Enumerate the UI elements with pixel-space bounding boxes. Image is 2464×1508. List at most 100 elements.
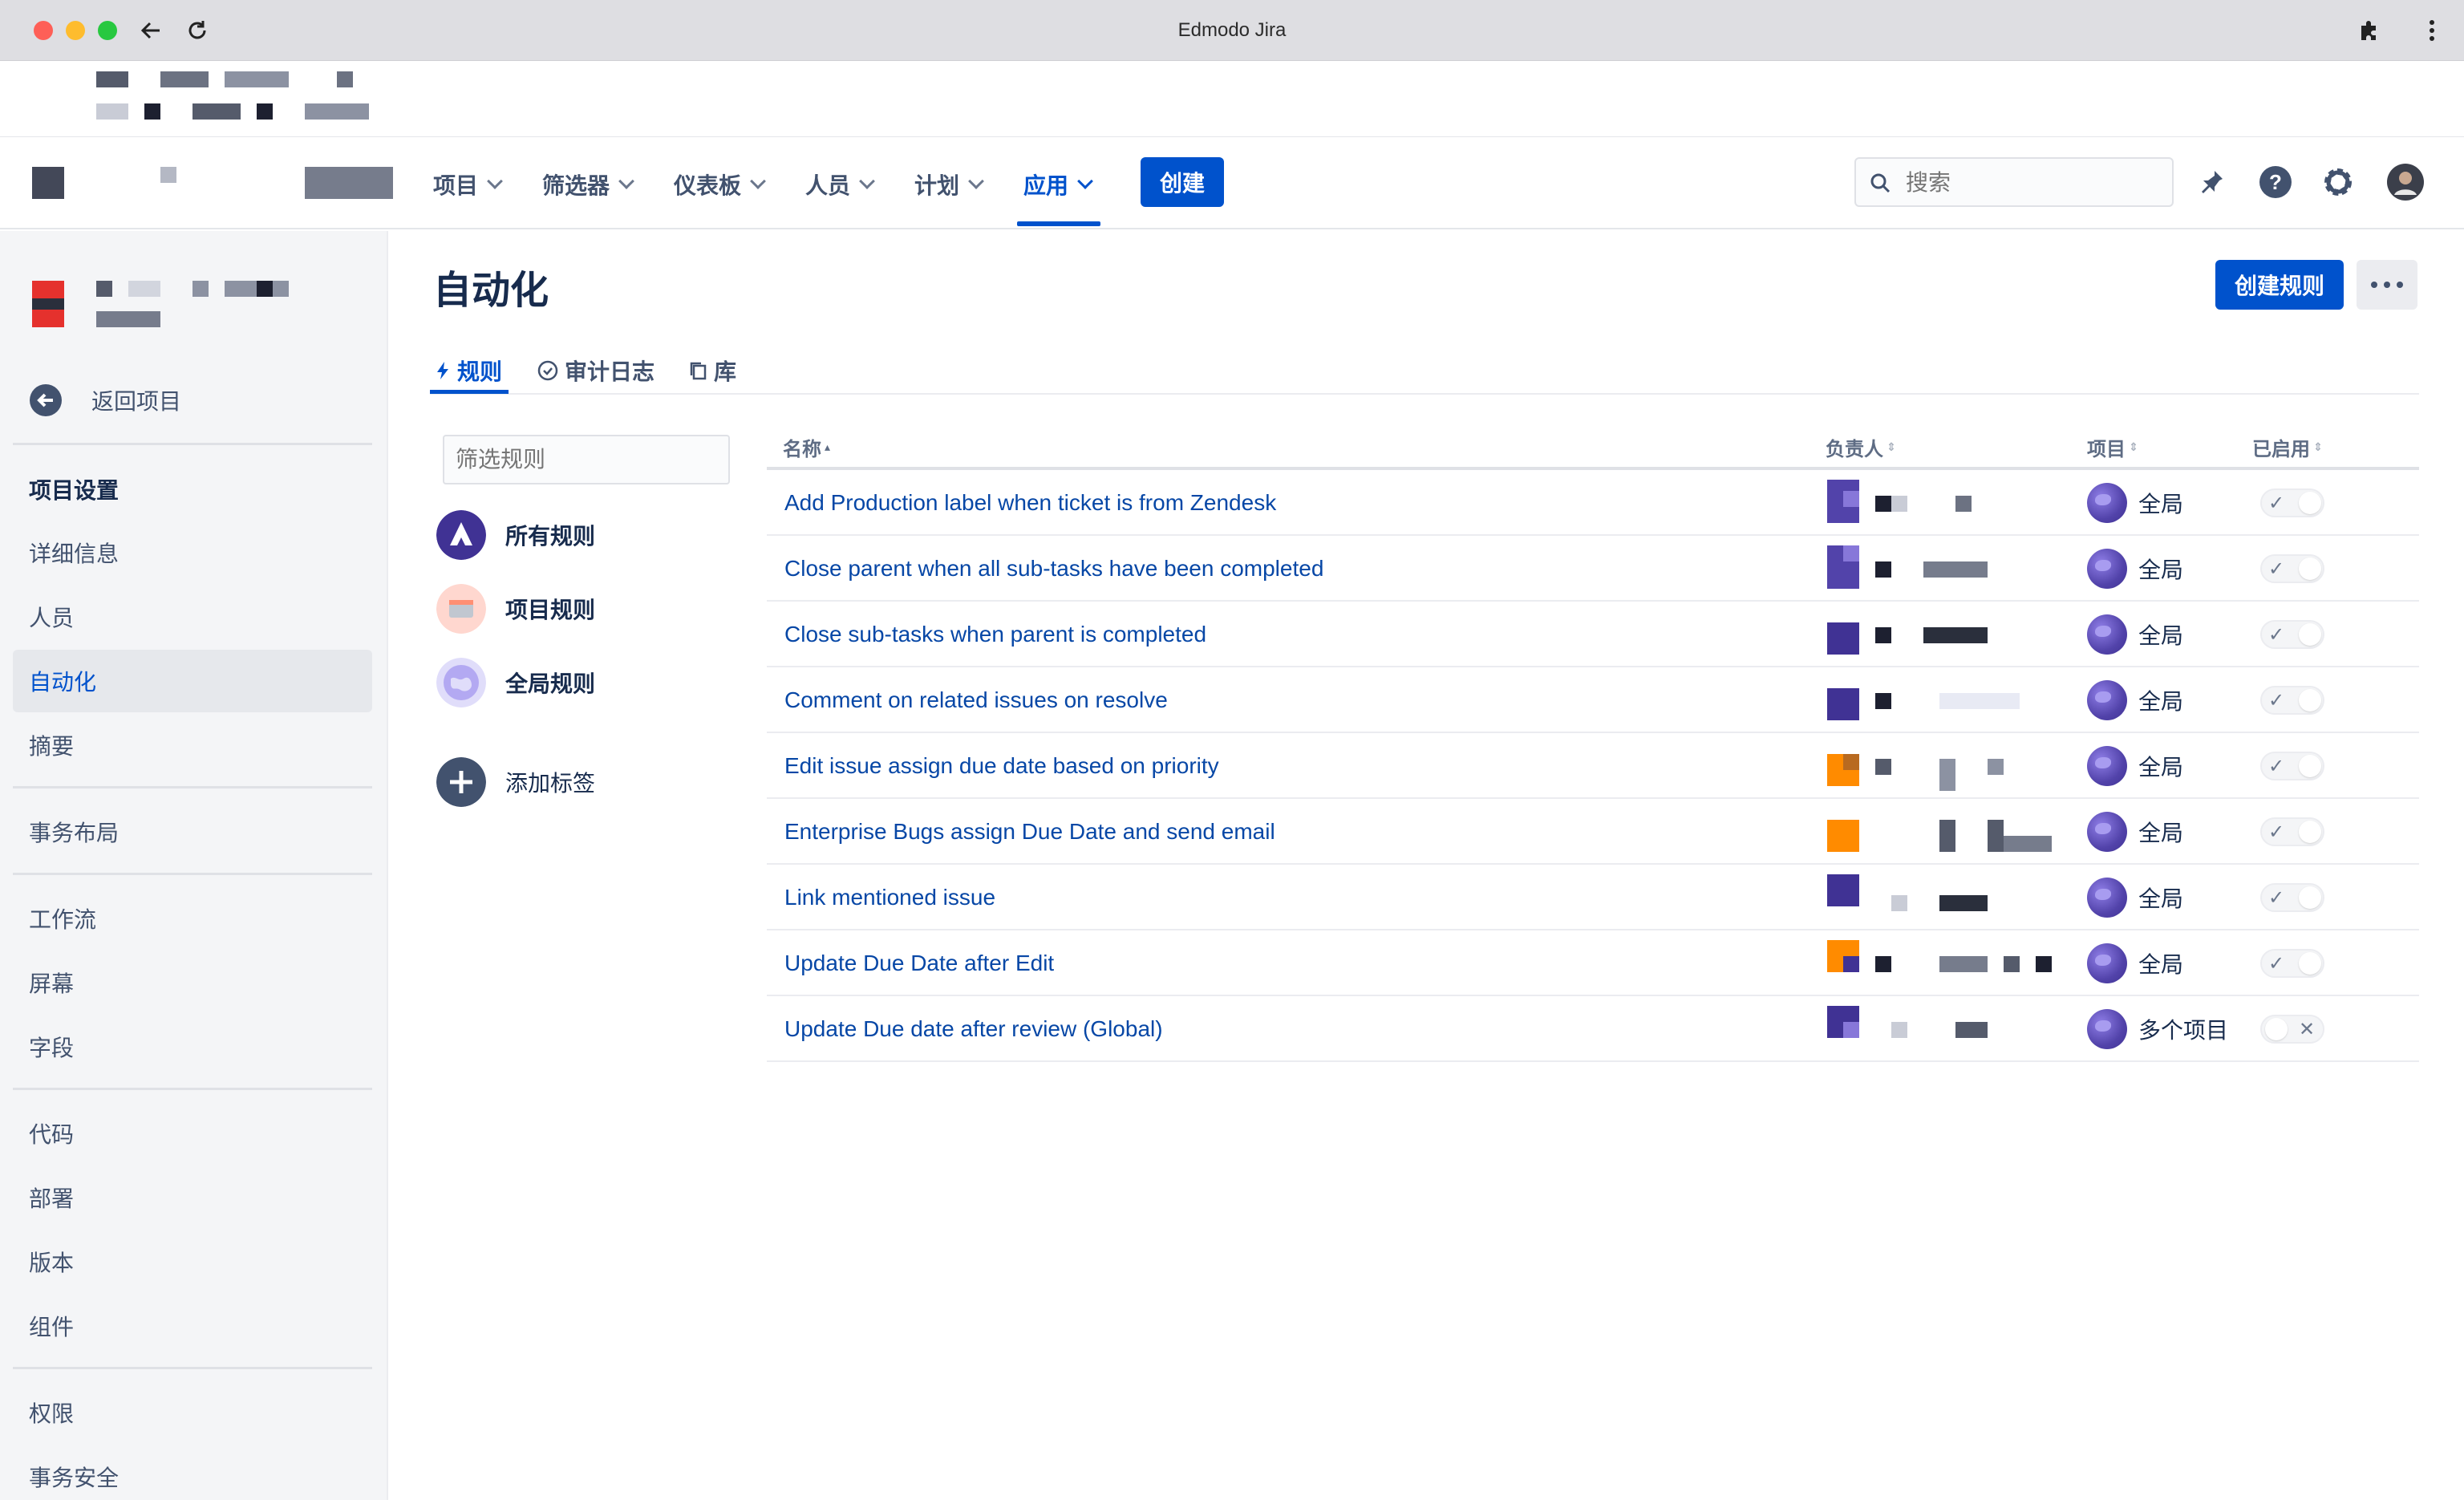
extensions-icon[interactable] — [2353, 14, 2385, 47]
sidebar-item-fields[interactable]: 字段 — [13, 1015, 372, 1078]
browser-titlebar: Edmodo Jira — [0, 0, 2464, 61]
rule-name-link[interactable]: Comment on related issues on resolve — [784, 667, 1168, 733]
sidebar-divider — [13, 786, 372, 788]
sidebar-item-issue-layout[interactable]: 事务布局 — [13, 801, 372, 863]
sidebar-item-people[interactable]: 人员 — [13, 586, 372, 648]
sidebar-item-components[interactable]: 组件 — [13, 1295, 372, 1357]
sidebar-item-versions[interactable]: 版本 — [13, 1230, 372, 1293]
column-header-name[interactable]: 名称 ▴ — [783, 427, 830, 467]
sort-icon: ⇕ — [1886, 440, 1896, 453]
enabled-toggle[interactable]: ✓ — [2260, 752, 2324, 780]
rule-scope: 全局 — [2087, 614, 2183, 655]
help-icon[interactable]: ? — [2255, 162, 2296, 202]
nav-apps[interactable]: 应用 — [1023, 167, 1093, 202]
category-global-rules[interactable]: 全局规则 — [436, 656, 595, 709]
nav-projects[interactable]: 项目 — [433, 167, 503, 202]
sidebar-item-details[interactable]: 详细信息 — [13, 521, 372, 584]
create-button[interactable]: 创建 — [1141, 157, 1224, 207]
chevron-down-icon — [1077, 173, 1093, 189]
enabled-toggle[interactable]: ✓ — [2260, 620, 2324, 649]
globe-icon — [2087, 1009, 2127, 1049]
active-tab-indicator — [430, 390, 509, 394]
copy-icon — [690, 362, 707, 380]
rule-scope: 全局 — [2087, 878, 2183, 918]
sidebar-item-summary[interactable]: 摘要 — [13, 714, 372, 776]
enabled-toggle[interactable]: ✓ — [2260, 554, 2324, 583]
nav-filters[interactable]: 筛选器 — [542, 167, 634, 202]
tab-rules[interactable]: 规则 — [435, 353, 502, 388]
table-row[interactable]: Enterprise Bugs assign Due Date and send… — [767, 799, 2419, 865]
table-row[interactable]: Update Due date after review (Global) 多个… — [767, 996, 2419, 1062]
browser-menu-icon[interactable] — [2416, 14, 2448, 47]
table-row[interactable]: Link mentioned issue 全局 ✓ — [767, 865, 2419, 930]
more-actions-button[interactable] — [2357, 260, 2417, 310]
globe-icon — [2087, 483, 2127, 523]
search-input[interactable] — [1904, 167, 2161, 199]
table-row[interactable]: Edit issue assign due date based on prio… — [767, 733, 2419, 799]
check-icon: ✓ — [2268, 952, 2285, 975]
rule-name-link[interactable]: Link mentioned issue — [784, 865, 995, 930]
enabled-toggle[interactable]: ✓ — [2260, 686, 2324, 715]
rule-scope: 全局 — [2087, 549, 2183, 589]
tab-audit-log[interactable]: 审计日志 — [537, 353, 654, 388]
user-avatar[interactable] — [2385, 162, 2426, 202]
rule-name-link[interactable]: Close parent when all sub-tasks have bee… — [784, 536, 1323, 602]
column-header-owner[interactable]: 负责人 ⇕ — [1826, 427, 1896, 467]
table-row[interactable]: Add Production label when ticket is from… — [767, 470, 2419, 536]
add-label-button[interactable]: 添加标签 — [436, 756, 595, 809]
enabled-toggle[interactable]: ✓ — [2260, 949, 2324, 978]
nav-dashboards[interactable]: 仪表板 — [674, 167, 766, 202]
table-row[interactable]: Close parent when all sub-tasks have bee… — [767, 536, 2419, 602]
owner-avatar — [1827, 809, 2068, 855]
settings-gear-icon[interactable] — [2318, 162, 2358, 202]
nav-plans[interactable]: 计划 — [914, 167, 984, 202]
sidebar-item-issue-security[interactable]: 事务安全 — [13, 1445, 372, 1508]
check-icon: ✓ — [2268, 623, 2285, 646]
column-header-project[interactable]: 项目 ⇕ — [2087, 427, 2138, 467]
sidebar-item-automation[interactable]: 自动化 — [13, 650, 372, 712]
back-to-project-link[interactable]: 返回项目 — [13, 369, 372, 432]
cross-icon: ✕ — [2299, 1018, 2316, 1040]
owner-avatar — [1827, 743, 2068, 791]
category-all-rules[interactable]: 所有规则 — [436, 509, 595, 561]
enabled-toggle[interactable]: ✓ — [2260, 488, 2324, 517]
enabled-toggle[interactable]: ✓ — [2260, 817, 2324, 846]
category-project-rules[interactable]: 项目规则 — [436, 582, 595, 635]
table-row[interactable]: Close sub-tasks when parent is completed… — [767, 602, 2419, 667]
owner-avatar — [1827, 480, 2068, 526]
table-row[interactable]: Update Due Date after Edit 全局 ✓ — [767, 930, 2419, 996]
sidebar-item-screens[interactable]: 屏幕 — [13, 951, 372, 1014]
chevron-down-icon — [487, 173, 503, 189]
enabled-toggle[interactable]: ✕ — [2260, 1015, 2324, 1044]
rule-name-link[interactable]: Enterprise Bugs assign Due Date and send… — [784, 799, 1275, 865]
rule-name-link[interactable]: Update Due Date after Edit — [784, 930, 1054, 996]
window-title: Edmodo Jira — [1177, 19, 1287, 41]
check-icon: ✓ — [2268, 755, 2285, 777]
filter-rules-input[interactable] — [443, 435, 730, 484]
notifications-icon[interactable] — [2191, 162, 2231, 202]
rule-name-link[interactable]: Edit issue assign due date based on prio… — [784, 733, 1219, 799]
owner-avatar — [1827, 940, 2068, 987]
enabled-toggle[interactable]: ✓ — [2260, 883, 2324, 912]
rule-name-link[interactable]: Close sub-tasks when parent is completed — [784, 602, 1206, 667]
column-header-enabled[interactable]: 已启用 ⇕ — [2252, 427, 2323, 467]
nav-people[interactable]: 人员 — [805, 167, 875, 202]
rule-name-link[interactable]: Update Due date after review (Global) — [784, 996, 1163, 1062]
sidebar-item-deployments[interactable]: 部署 — [13, 1166, 372, 1229]
sidebar-item-workflows[interactable]: 工作流 — [13, 887, 372, 950]
jira-logo[interactable] — [32, 167, 64, 199]
rule-name-link[interactable]: Add Production label when ticket is from… — [784, 470, 1276, 536]
sidebar-item-permissions[interactable]: 权限 — [13, 1381, 372, 1444]
page-title: 自动化 — [433, 270, 549, 312]
globe-icon — [2087, 746, 2127, 786]
tab-library[interactable]: 库 — [688, 353, 736, 388]
check-circle-icon — [537, 360, 558, 381]
globe-icon — [2087, 943, 2127, 983]
sidebar-divider — [13, 1088, 372, 1090]
chevron-down-icon — [968, 173, 984, 189]
sidebar-item-code[interactable]: 代码 — [13, 1102, 372, 1165]
svg-text:?: ? — [2269, 170, 2282, 194]
create-rule-button[interactable]: 创建规则 — [2215, 260, 2344, 310]
table-row[interactable]: Comment on related issues on resolve 全局 … — [767, 667, 2419, 733]
search-field[interactable] — [1854, 157, 2174, 207]
